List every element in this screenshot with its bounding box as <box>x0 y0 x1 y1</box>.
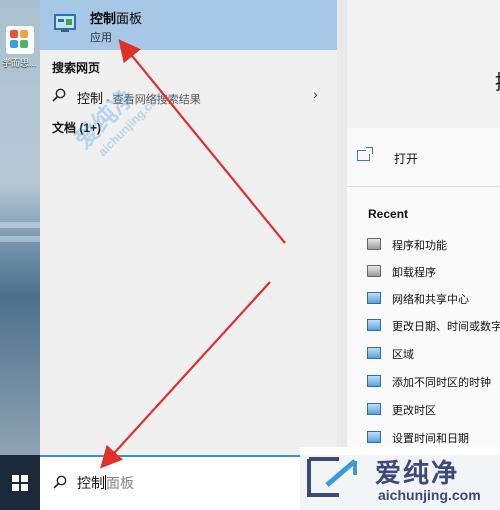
programs-icon <box>367 265 381 277</box>
control-panel-icon <box>367 375 381 387</box>
web-section-header: 搜索网页 <box>52 61 101 75</box>
desktop-wave <box>0 236 40 242</box>
recent-item-label: 设置时间和日期 <box>392 433 469 445</box>
recent-item[interactable]: 程序和功能 <box>367 235 500 255</box>
control-panel-icon <box>54 14 76 32</box>
detail-title: 控 <box>495 66 500 95</box>
app-shortcut-icon <box>6 26 34 54</box>
programs-icon <box>367 238 381 250</box>
watermark-url: aichunjing.com <box>378 487 481 503</box>
control-panel-icon <box>367 431 381 443</box>
recent-item-label: 添加不同时区的时钟 <box>392 377 491 389</box>
recent-item[interactable]: 设置时间和日期 <box>367 428 500 448</box>
best-match-subtitle: 应用 <box>90 32 112 44</box>
search-icon <box>52 88 66 102</box>
desktop-shortcut-label: 学而思... <box>2 58 37 68</box>
start-button[interactable] <box>0 455 40 510</box>
taskbar-search-box[interactable]: 控制面板 <box>40 455 300 510</box>
diagonal-watermark: 爱纯净 aichunjing.com <box>69 84 168 159</box>
recent-item-label: 程序和功能 <box>392 240 447 252</box>
search-results-pane: 控制面板 应用 搜索网页 控制 - 查看网络搜索结果 › 文档 (1+) 爱纯净… <box>40 0 337 455</box>
control-panel-icon <box>367 319 381 331</box>
chevron-right-icon[interactable]: › <box>313 86 318 102</box>
desktop-wave <box>0 222 40 228</box>
detail-header: 控 <box>347 0 500 128</box>
site-watermark: 爱纯净 aichunjing.com <box>300 447 500 510</box>
recent-item[interactable]: 区域 <box>367 344 500 364</box>
divider <box>347 186 500 187</box>
desktop-shortcut[interactable]: 学而思... <box>2 26 37 76</box>
recent-item[interactable]: 添加不同时区的时钟 <box>367 372 500 392</box>
recent-item[interactable]: 卸载程序 <box>367 262 500 282</box>
recent-item[interactable]: 更改日期、时间或数字 <box>367 316 500 336</box>
recent-item[interactable]: 网络和共享中心 <box>367 289 500 309</box>
recent-item-label: 区域 <box>392 349 414 361</box>
best-match-control-panel[interactable]: 控制面板 应用 <box>40 0 337 50</box>
recent-item-label: 更改时区 <box>392 405 436 417</box>
windows-logo-icon <box>12 475 28 491</box>
control-panel-icon <box>367 347 381 359</box>
web-search-result[interactable]: 控制 - 查看网络搜索结果 › <box>40 82 337 110</box>
search-input[interactable]: 控制面板 <box>77 473 134 493</box>
watermark-logo-icon <box>307 457 357 497</box>
open-label: 打开 <box>394 152 419 166</box>
recent-item-label: 网络和共享中心 <box>392 294 469 306</box>
best-match-title: 控制面板 <box>90 11 143 26</box>
recent-header: Recent <box>368 207 409 221</box>
search-icon <box>53 475 67 489</box>
control-panel-icon <box>367 403 381 415</box>
recent-item-label: 卸载程序 <box>392 267 436 279</box>
watermark-chinese: 爱纯净 <box>375 458 460 488</box>
recent-item-label: 更改日期、时间或数字 <box>392 321 500 333</box>
desktop-background: 学而思... <box>0 0 40 455</box>
detail-pane: 控 打开 Recent 程序和功能 卸载程序 网络和共享中心 更改日期、时间或数… <box>337 0 500 455</box>
recent-item[interactable]: 更改时区 <box>367 400 500 420</box>
control-panel-icon <box>367 292 381 304</box>
open-icon <box>357 147 373 161</box>
